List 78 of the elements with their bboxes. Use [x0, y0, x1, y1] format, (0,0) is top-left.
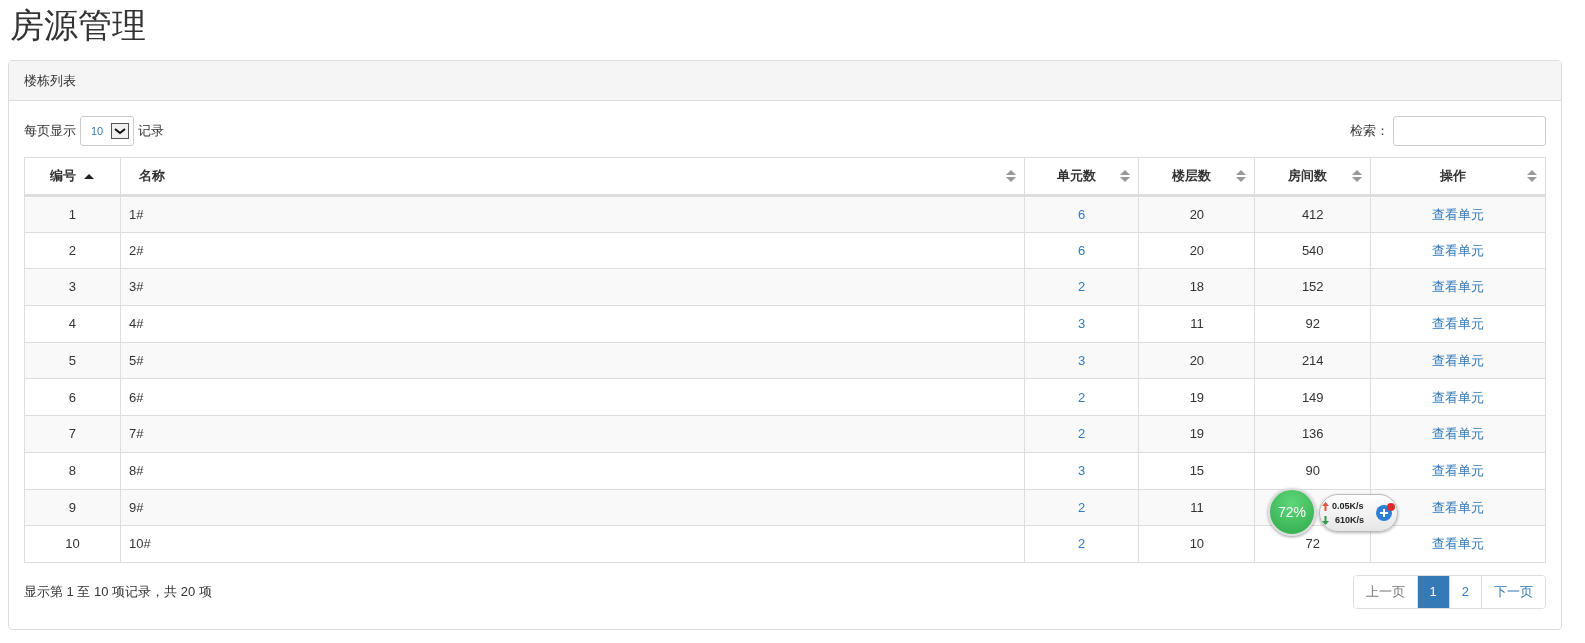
table-cell: 92	[1305, 316, 1320, 332]
page-button[interactable]: 1	[1416, 575, 1449, 608]
table-cell: 20	[1189, 242, 1205, 258]
column-header[interactable]: 编号	[50, 166, 77, 186]
unit-count-link[interactable]: 3	[1077, 462, 1086, 478]
download-speed: 610K/s	[1335, 514, 1365, 527]
table-cell: 8#	[128, 462, 144, 478]
table-cell: 214	[1301, 352, 1324, 368]
table-cell: 19	[1189, 426, 1205, 442]
table-cell: 1#	[128, 206, 144, 222]
unit-count-link[interactable]: 3	[1077, 316, 1086, 332]
download-arrow-icon	[1322, 516, 1329, 525]
table-cell: 72	[1305, 536, 1320, 552]
unit-count-link[interactable]: 2	[1077, 536, 1086, 552]
view-units-link[interactable]: 查看单元	[1432, 462, 1485, 478]
table-cell: 11	[1190, 499, 1204, 515]
table-cell: 9#	[128, 499, 144, 515]
table-cell: 412	[1301, 206, 1324, 222]
table-cell: 20	[1189, 206, 1205, 222]
view-units-link[interactable]: 查看单元	[1432, 242, 1485, 258]
plus-icon[interactable]	[1375, 502, 1397, 522]
search-label: 检索：	[1350, 122, 1389, 141]
unit-count-link[interactable]: 2	[1077, 426, 1086, 442]
view-units-link[interactable]: 查看单元	[1432, 426, 1485, 442]
view-units-link[interactable]: 查看单元	[1432, 279, 1485, 295]
page-title: 房源管理	[10, 6, 147, 46]
table-cell: 4	[68, 316, 77, 332]
search-field[interactable]	[1393, 116, 1546, 146]
table-cell: 540	[1301, 242, 1324, 258]
table-cell: 6	[68, 389, 77, 405]
table-cell: 18	[1189, 279, 1205, 295]
view-units-link[interactable]: 查看单元	[1432, 316, 1485, 332]
unit-count-link[interactable]: 2	[1077, 279, 1086, 295]
table-cell: 2#	[128, 242, 144, 258]
table-cell: 10#	[128, 536, 151, 552]
view-units-link[interactable]: 查看单元	[1432, 536, 1485, 552]
column-header[interactable]: 名称	[138, 166, 165, 186]
upload-arrow-icon	[1322, 502, 1329, 511]
unit-count-link[interactable]: 6	[1077, 242, 1086, 258]
table-cell: 11	[1190, 316, 1204, 332]
table-cell: 10	[1189, 536, 1205, 552]
table-cell: 6#	[128, 389, 144, 405]
table-info: 显示第 1 至 10 项记录，共 20 项	[24, 583, 212, 602]
unit-count-link[interactable]: 6	[1077, 206, 1086, 222]
unit-count-link[interactable]: 3	[1077, 352, 1086, 368]
table-cell: 5#	[128, 352, 144, 368]
table-cell: 152	[1301, 279, 1324, 295]
table-cell: 3	[68, 279, 77, 295]
table-cell: 7	[68, 426, 77, 442]
table-cell: 8	[68, 462, 77, 478]
view-units-link[interactable]: 查看单元	[1432, 389, 1485, 405]
table-cell: 15	[1189, 462, 1205, 478]
table-cell: 10	[65, 536, 80, 552]
unit-count-link[interactable]: 2	[1077, 499, 1086, 515]
dropdown-icon	[111, 123, 130, 139]
table-cell: 7#	[128, 426, 144, 442]
unit-count-link[interactable]: 2	[1077, 389, 1086, 405]
panel-title: 楼栋列表	[24, 71, 76, 90]
table-cell: 20	[1189, 352, 1205, 368]
table-cell: 1	[68, 206, 77, 222]
table-cell: 5	[68, 352, 77, 368]
table-cell: 19	[1189, 389, 1205, 405]
table-cell: 90	[1305, 462, 1320, 478]
table-cell: 136	[1301, 426, 1324, 442]
view-units-link[interactable]: 查看单元	[1432, 352, 1485, 368]
table-cell: 149	[1301, 389, 1324, 405]
length-label: 每页显示	[24, 122, 76, 141]
view-units-link[interactable]: 查看单元	[1432, 206, 1485, 222]
table-cell: 3#	[128, 279, 144, 295]
table-cell: 4#	[128, 316, 144, 332]
table-cell: 9	[68, 499, 77, 515]
upload-speed: 0.05K/s	[1332, 500, 1364, 513]
page-button[interactable]: 下一页	[1481, 575, 1545, 608]
table-cell: 2	[68, 242, 77, 258]
view-units-link[interactable]: 查看单元	[1432, 499, 1485, 515]
length-label: 记录	[138, 122, 165, 141]
speed-widget[interactable]: 0.05K/s 610K/s	[1319, 494, 1398, 532]
page-size-select[interactable]: 10	[80, 116, 135, 146]
